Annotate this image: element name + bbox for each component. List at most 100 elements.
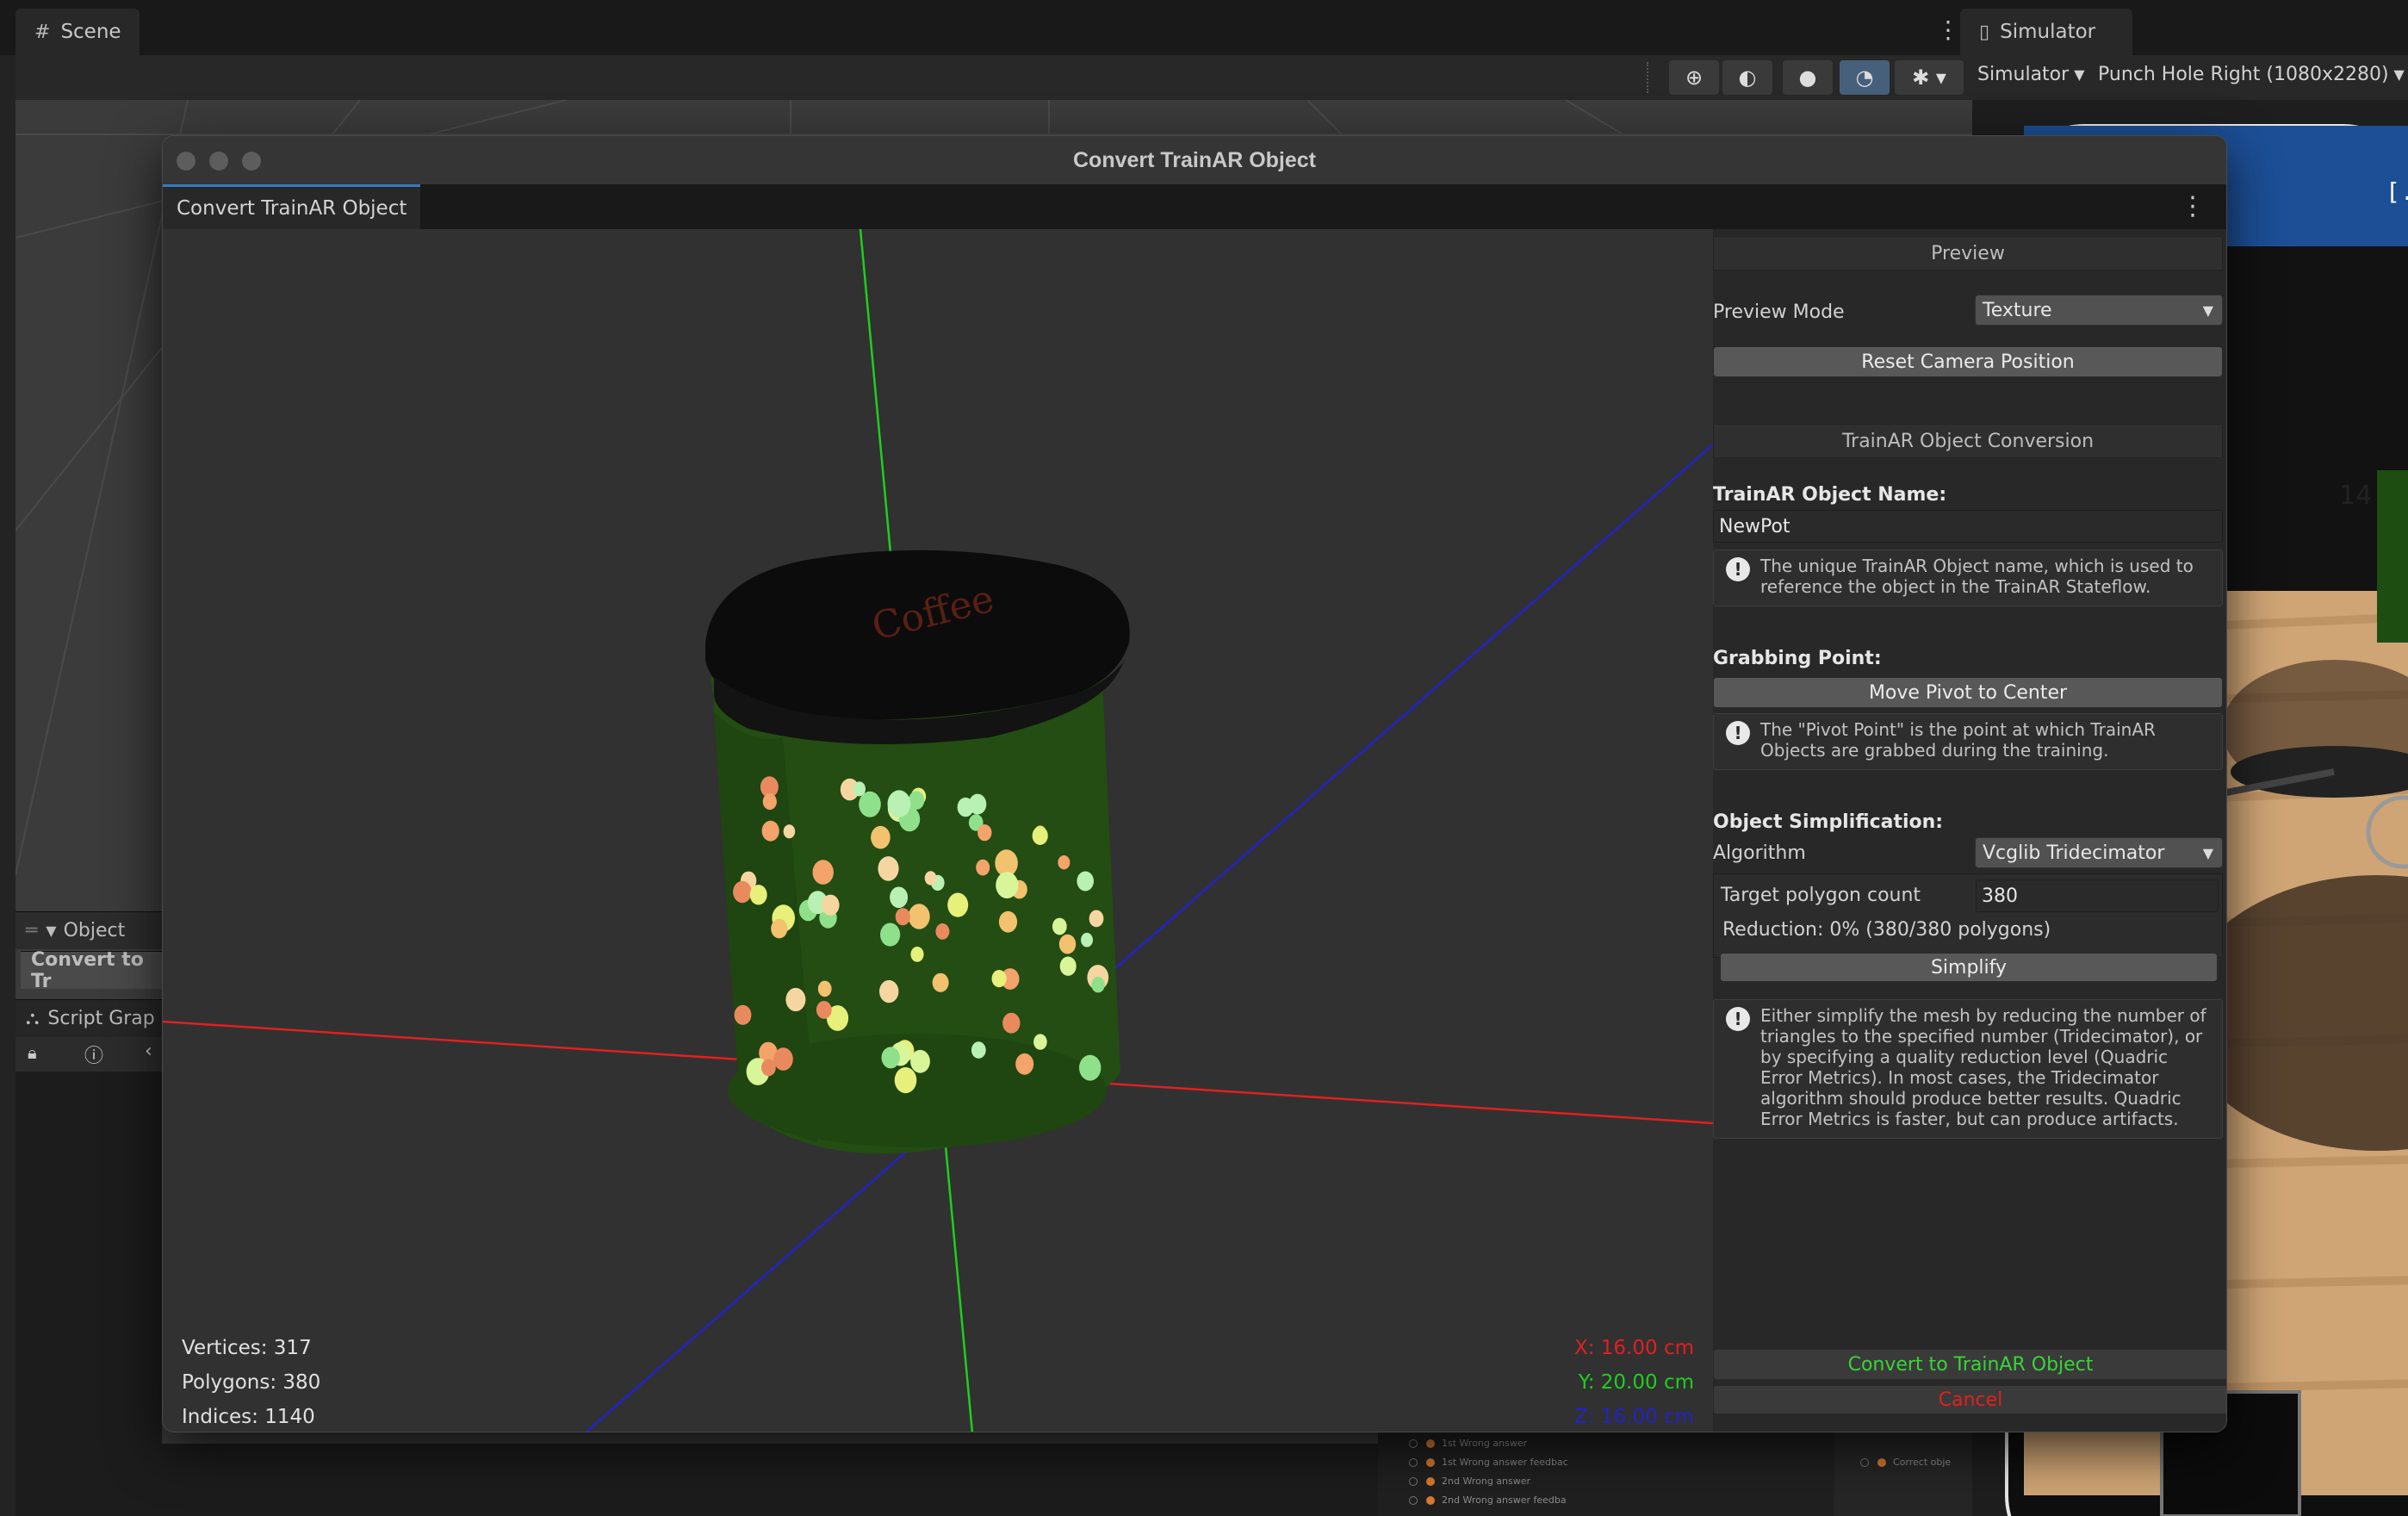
can-dot	[908, 791, 925, 810]
preview-mode-dropdown[interactable]: Texture ▼	[1975, 295, 2223, 326]
tab-scene[interactable]: # Scene	[16, 9, 140, 55]
scene-toolbar: ⊕ ◐ ● ◔ ✱ ▾	[0, 55, 1972, 100]
unlit-icon[interactable]: ◔	[1840, 60, 1890, 95]
object-list-item[interactable]: Convert to Tr	[21, 949, 162, 992]
info-icon: !	[1726, 721, 1750, 745]
can-dot	[890, 886, 909, 909]
kebab-menu-icon[interactable]: ⋮	[1936, 16, 1960, 44]
reset-camera-label: Reset Camera Position	[1861, 351, 2075, 373]
preview-mode-value: Texture	[1983, 299, 2052, 321]
move-pivot-button[interactable]: Move Pivot to Center	[1713, 677, 2223, 708]
target-polygon-label: Target polygon count	[1721, 885, 1921, 906]
wireframe-shading-icon[interactable]: ⊕	[1669, 60, 1719, 95]
chevron-left-icon[interactable]: ‹	[145, 1041, 152, 1062]
conversion-settings-panel: Preview Preview Mode Texture ▼ Reset Cam…	[1713, 229, 2226, 1432]
can-dot	[1052, 917, 1067, 935]
script-graph-tab[interactable]: ⛬ Script Grap	[16, 999, 162, 1037]
preview-section-header: Preview	[1713, 236, 2223, 270]
coffee-can-model: Coffee	[705, 550, 1130, 1154]
kebab-menu-icon[interactable]: ⋮	[2180, 191, 2206, 221]
graph-node[interactable]: 1st Wrong answer	[1409, 1434, 1568, 1453]
hierarchy-icon: ⛬	[26, 1008, 40, 1029]
grabbing-point-label: Grabbing Point:	[1713, 648, 1882, 669]
tab-simulator[interactable]: ▯ Simulator	[1960, 9, 2132, 55]
convert-label: Convert to TrainAR Object	[1847, 1353, 2094, 1376]
shaded-icon[interactable]: ●	[1783, 60, 1833, 95]
pivot-help-text: The "Pivot Point" is the point at which …	[1760, 719, 2156, 761]
grid-icon: #	[34, 21, 51, 43]
script-graph-canvas[interactable]	[16, 1072, 162, 1516]
tab-convert-trainar-object[interactable]: Convert TrainAR Object	[163, 184, 421, 229]
algorithm-label: Algorithm	[1713, 842, 1806, 864]
can-dot	[771, 918, 788, 939]
can-dot	[1058, 855, 1071, 870]
pivot-helpbox: ! The "Pivot Point" is the point at whic…	[1713, 713, 2223, 770]
can-dot	[996, 872, 1019, 898]
can-dot	[910, 947, 924, 962]
can-dot	[761, 1059, 776, 1077]
can-dot	[853, 781, 866, 797]
simulator-tabbar: ▯ Simulator	[1960, 0, 2408, 55]
can-dot	[895, 908, 910, 926]
tab-label: Convert TrainAR Object	[177, 196, 407, 220]
minimize-window-icon[interactable]	[209, 152, 228, 171]
close-window-icon[interactable]	[177, 152, 195, 171]
cancel-label: Cancel	[1938, 1389, 2003, 1411]
reset-camera-button[interactable]: Reset Camera Position	[1713, 346, 2223, 377]
debug-draw-icon[interactable]: ✱ ▾	[1895, 60, 1964, 95]
index-count: Indices: 1140	[182, 1406, 315, 1428]
simulator-mode-dropdown[interactable]: Simulator ▼	[1977, 64, 2085, 85]
simulator-tab-label: Simulator	[2000, 21, 2096, 43]
can-dot	[816, 1001, 832, 1019]
foldout-arrow-icon: ▼	[46, 923, 57, 939]
convert-button[interactable]: Convert to TrainAR Object	[1713, 1349, 2226, 1380]
simplify-helpbox: ! Either simplify the mesh by reducing t…	[1713, 999, 2223, 1139]
info-icon: !	[1726, 557, 1750, 581]
can-dot	[878, 856, 899, 881]
preview-mode-label: Preview Mode	[1713, 301, 1845, 323]
can-dot	[762, 793, 777, 811]
simplify-button[interactable]: Simplify	[1720, 953, 2218, 982]
can-dot	[947, 892, 969, 917]
can-dot	[1002, 1012, 1021, 1034]
object-name-value: NewPot	[1719, 515, 1790, 537]
conversion-section-header: TrainAR Object Conversion	[1713, 424, 2223, 458]
dimension-x: X: 16.00 cm	[1573, 1337, 1694, 1359]
target-polygon-input[interactable]: 380	[1976, 879, 2219, 912]
can-dot	[785, 987, 806, 1012]
can-dot	[1089, 910, 1104, 928]
simulator-mode-label: Simulator	[1977, 64, 2070, 85]
shaded-wireframe-icon[interactable]: ◐	[1722, 60, 1772, 95]
can-dot	[761, 820, 779, 842]
can-dot	[991, 970, 1007, 988]
polygon-count: Polygons: 380	[182, 1371, 321, 1394]
left-dock-strip	[0, 55, 16, 1516]
can-dot	[879, 979, 899, 1003]
info-icon[interactable]: ⓘ	[84, 1041, 103, 1068]
can-dot	[1058, 934, 1077, 954]
object-preview-viewport[interactable]: Coffee Vertices: 317 Polygons: 380 Indic…	[163, 229, 1713, 1432]
cancel-button[interactable]: Cancel	[1713, 1385, 2226, 1414]
maximize-window-icon[interactable]	[242, 152, 261, 171]
object-name-input[interactable]: NewPot	[1713, 510, 2223, 543]
device-dropdown[interactable]: Punch Hole Right (1080x2280) ▼	[2098, 64, 2405, 85]
object-name-helpbox: ! The unique TrainAR Object name, which …	[1713, 550, 2223, 606]
can-dot	[749, 885, 767, 905]
algorithm-dropdown[interactable]: Vcglib Tridecimator ▼	[1975, 837, 2223, 868]
object-panel-header[interactable]: ═ ▼ Object	[16, 911, 162, 949]
lock-icon[interactable]: 🔒︎	[28, 1042, 37, 1063]
can-dot	[1059, 956, 1077, 976]
can-dot	[880, 923, 901, 947]
can-dot	[1015, 1053, 1034, 1075]
graph-node[interactable]: 2nd Wrong answer feedba	[1409, 1491, 1568, 1510]
graph-node[interactable]: 2nd Wrong answer	[1409, 1472, 1568, 1491]
caret-down-icon: ▼	[2202, 845, 2213, 861]
window-titlebar[interactable]: Convert TrainAR Object	[163, 136, 2226, 184]
object-name-label: TrainAR Object Name:	[1713, 484, 1947, 506]
graph-node[interactable]: 1st Wrong answer feedbac	[1409, 1453, 1568, 1472]
script-graph-toolbar: 🔒︎ ⓘ ‹	[16, 1037, 162, 1072]
graph-node-right[interactable]: Correct obje	[1860, 1453, 1951, 1472]
window-title: Convert TrainAR Object	[1073, 147, 1316, 172]
can-dot	[924, 871, 937, 885]
can-dot	[910, 1049, 930, 1073]
